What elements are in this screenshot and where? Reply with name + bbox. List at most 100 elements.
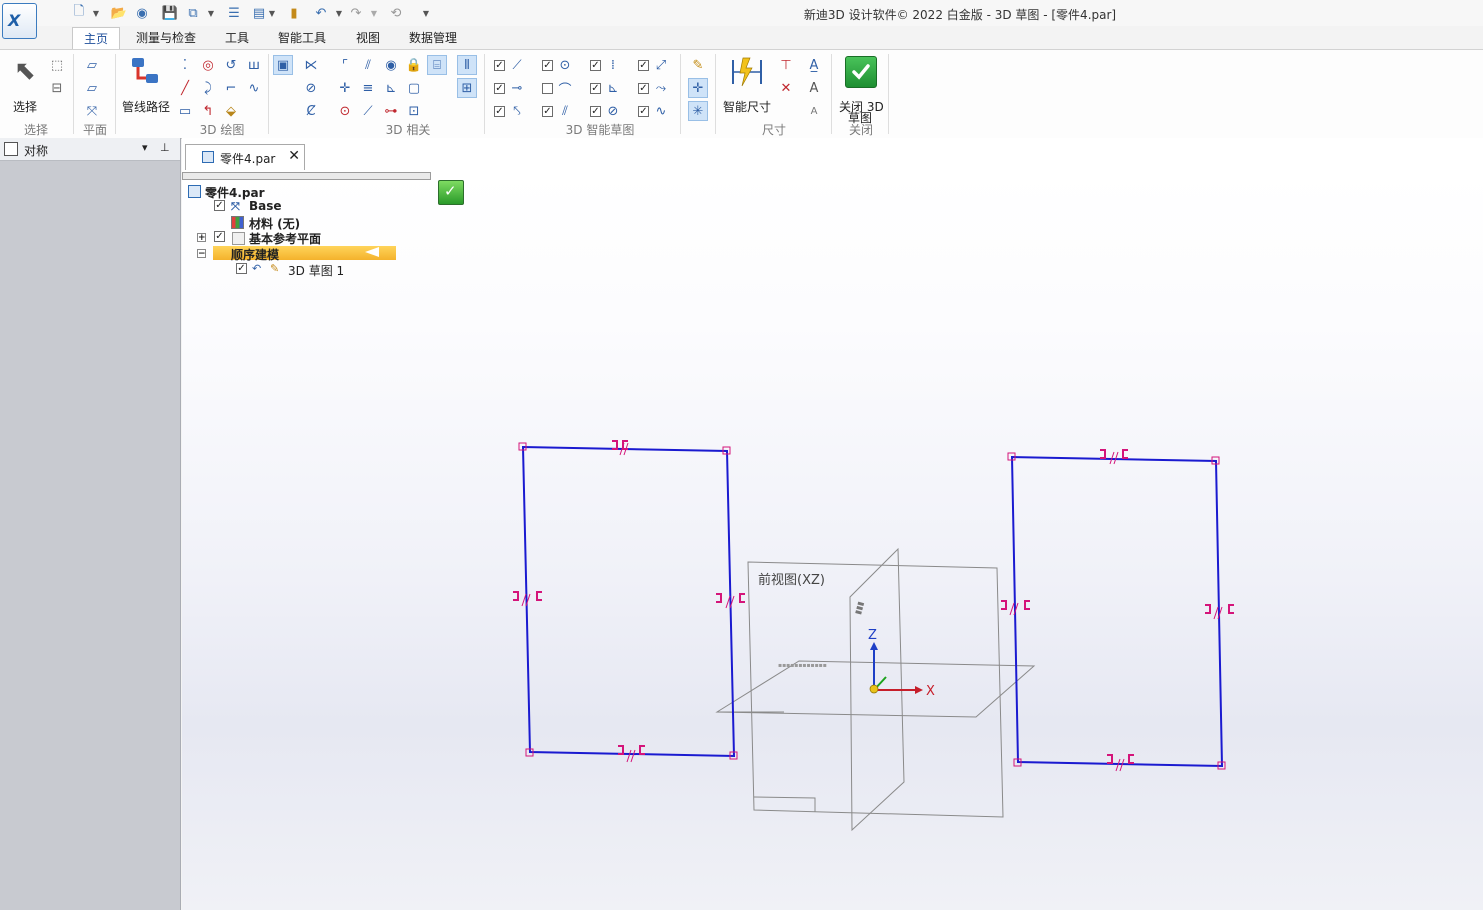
- line-icon[interactable]: ╱: [176, 79, 194, 97]
- smartsketch-checkbox-7[interactable]: ✓: [590, 83, 601, 94]
- tangent-arc-icon[interactable]: ⊘: [604, 102, 622, 120]
- perpendicular-snap-icon[interactable]: ⊾: [604, 79, 622, 97]
- parallel-snap-icon[interactable]: ⫽: [556, 102, 574, 120]
- expand-icon[interactable]: +: [197, 233, 206, 243]
- chevron-down-icon[interactable]: ▼: [92, 6, 100, 20]
- midpoint-snap-icon[interactable]: ⊸: [508, 79, 526, 97]
- bend-icon[interactable]: ↰: [199, 102, 217, 120]
- distance-dimension-icon[interactable]: ⊤: [777, 56, 795, 74]
- finish-sketch-button[interactable]: ✓: [438, 180, 464, 205]
- sketch-visibility-checkbox[interactable]: ✓: [236, 263, 247, 274]
- intersection-snap-icon[interactable]: ⤣: [508, 102, 526, 120]
- angle-dimension-icon[interactable]: ✕: [777, 79, 795, 97]
- plane-offset-icon[interactable]: ▱: [83, 79, 101, 97]
- relation-assistant-icon[interactable]: ⊞: [457, 78, 477, 98]
- close-sketch-check-icon[interactable]: [845, 56, 877, 88]
- maintain-relation-icon[interactable]: ⫴: [457, 55, 477, 75]
- on-element-icon[interactable]: ⁞: [604, 56, 622, 74]
- connect-icon[interactable]: ⌜: [336, 56, 354, 74]
- select-arrow-icon[interactable]: ⬉: [14, 56, 36, 86]
- intersect-icon[interactable]: ✛: [336, 79, 354, 97]
- midpoint-icon[interactable]: ⊶: [382, 102, 400, 120]
- smart-dimension-label[interactable]: 智能尺寸: [723, 98, 771, 115]
- save-icon[interactable]: 💾: [161, 4, 179, 22]
- extend-icon[interactable]: ⊘: [302, 79, 320, 97]
- tangent-icon[interactable]: ⊙: [336, 102, 354, 120]
- open-file-icon[interactable]: 📂: [110, 4, 128, 22]
- app-menu-button[interactable]: X: [2, 3, 37, 39]
- point-icon[interactable]: ⁚: [176, 56, 194, 74]
- plane-icon[interactable]: ▱: [83, 56, 101, 74]
- chevron-down-icon[interactable]: ▼: [370, 6, 378, 20]
- ref-planes-visibility-checkbox[interactable]: ✓: [214, 231, 225, 242]
- tab-tools[interactable]: 工具: [214, 27, 260, 49]
- select-filter-icon[interactable]: ⊟: [48, 79, 66, 97]
- search-file-icon[interactable]: ◉: [133, 4, 151, 22]
- pipe-path-icon[interactable]: [130, 56, 162, 88]
- smartsketch-checkbox-11[interactable]: ✓: [590, 106, 601, 117]
- smartsketch-checkbox-9[interactable]: ✓: [494, 106, 505, 117]
- tree-splitter[interactable]: [182, 172, 431, 180]
- snap-point-icon[interactable]: ✛: [688, 78, 708, 98]
- endpoint-icon[interactable]: ⟋: [508, 56, 526, 74]
- rectangle-icon[interactable]: ▭: [176, 102, 194, 120]
- circle-center-icon[interactable]: ◎: [199, 56, 217, 74]
- fillet-icon[interactable]: ⤸: [199, 79, 217, 97]
- equal-icon[interactable]: ≡: [359, 79, 377, 97]
- close-icon[interactable]: ✕: [288, 148, 300, 164]
- pipe-path-label[interactable]: 管线路径: [122, 98, 170, 115]
- undo-icon[interactable]: ↶: [312, 4, 330, 22]
- smartsketch-checkbox-4[interactable]: ✓: [638, 60, 649, 71]
- tab-home[interactable]: 主页: [72, 27, 120, 49]
- panel-menu-icon[interactable]: ▾: [142, 141, 148, 154]
- text-size-down-icon[interactable]: A: [805, 102, 823, 120]
- repeat-icon[interactable]: ⟲: [387, 4, 405, 22]
- smartsketch-checkbox-6[interactable]: [542, 83, 553, 94]
- tab-data-management[interactable]: 数据管理: [400, 27, 466, 49]
- relate-mode-icon[interactable]: ▣: [273, 55, 293, 75]
- save-as-icon[interactable]: ⧉: [184, 4, 202, 22]
- coordinate-system-icon[interactable]: ⤧: [83, 102, 101, 120]
- smartsketch-checkbox-8[interactable]: ✓: [638, 83, 649, 94]
- collinear-icon[interactable]: ⟋: [359, 102, 377, 120]
- snap-all-icon[interactable]: ✳: [688, 101, 708, 121]
- print-icon[interactable]: ▤: [250, 4, 268, 22]
- project-curve-icon[interactable]: ⬙: [222, 102, 240, 120]
- offset-icon[interactable]: Ȼ: [302, 102, 320, 120]
- chevron-down-icon[interactable]: ▼: [207, 6, 215, 20]
- chamfer-icon[interactable]: ⌐: [222, 79, 240, 97]
- silhouette-icon[interactable]: ⤢: [652, 56, 670, 74]
- text-size-up-icon[interactable]: A: [805, 79, 823, 97]
- select-button-label[interactable]: 选择: [13, 98, 37, 115]
- properties-icon[interactable]: ☰: [225, 4, 243, 22]
- tab-measure[interactable]: 测量与检查: [128, 27, 204, 49]
- 3d-viewport[interactable]: 前视图(XZ) ▮▮▮ ▪▪▪▪▪▪▪▪▪▪▪▪ Z X: [182, 172, 1483, 910]
- smartsketch-checkbox-10[interactable]: ✓: [542, 106, 553, 117]
- smartsketch-checkbox-12[interactable]: ✓: [638, 106, 649, 117]
- tab-smart-tools[interactable]: 智能工具: [268, 27, 336, 49]
- relation-handle-icon[interactable]: ⊡: [405, 102, 423, 120]
- mirror-curve-icon[interactable]: ꟺ: [245, 56, 263, 74]
- smartsketch-checkbox-2[interactable]: ✓: [542, 60, 553, 71]
- symmetric-icon[interactable]: ⌸: [427, 55, 447, 75]
- tab-view[interactable]: 视图: [345, 27, 391, 49]
- chevron-down-icon[interactable]: ▼: [268, 6, 276, 20]
- pin-icon[interactable]: ⊥: [160, 141, 170, 154]
- spline-icon[interactable]: ∿: [245, 79, 263, 97]
- smartsketch-checkbox-3[interactable]: ✓: [590, 60, 601, 71]
- smartsketch-checkbox-5[interactable]: ✓: [494, 83, 505, 94]
- smartsketch-options-icon[interactable]: ✎: [689, 56, 707, 74]
- tree-node-sequential[interactable]: − 顺序建模: [197, 245, 397, 262]
- annotation-icon[interactable]: A̲: [805, 56, 823, 74]
- trim-icon[interactable]: ⋉: [302, 56, 320, 74]
- rollback-marker-icon[interactable]: [365, 247, 379, 257]
- base-visibility-checkbox[interactable]: ✓: [214, 200, 225, 211]
- document-tab[interactable]: 零件4.par ✕: [185, 144, 305, 170]
- concentric-icon[interactable]: ◉: [382, 56, 400, 74]
- chevron-down-icon[interactable]: ▼: [335, 6, 343, 20]
- library-icon[interactable]: ▮: [285, 4, 303, 22]
- arc-icon[interactable]: ↺: [222, 56, 240, 74]
- smartsketch-checkbox-1[interactable]: ✓: [494, 60, 505, 71]
- smart-dimension-icon[interactable]: [730, 56, 764, 88]
- curve-snap-icon[interactable]: ∿: [652, 102, 670, 120]
